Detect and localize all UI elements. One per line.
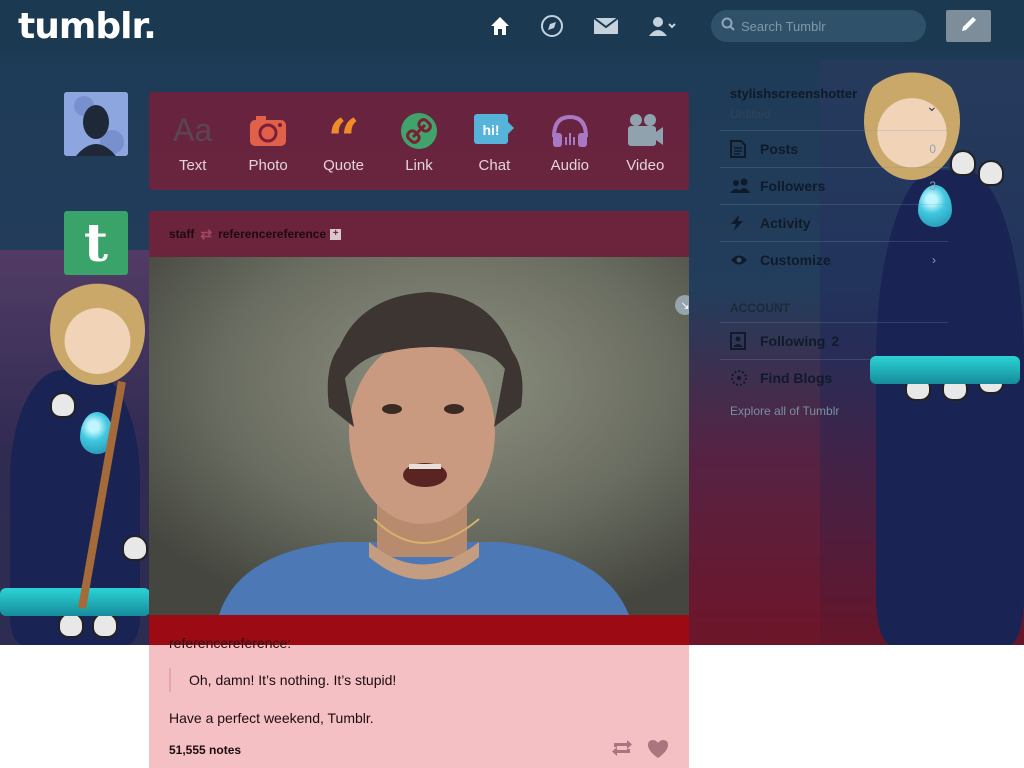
sidebar-blog-menu: Posts 0 Followers 3 Activity Customize › — [720, 130, 948, 278]
post-type-label: Quote — [323, 156, 364, 174]
activity-icon — [730, 214, 750, 232]
skull-decoration — [122, 535, 148, 561]
video-camera-icon — [625, 109, 665, 153]
post-body: referencereference: Oh, damn! It’s nothi… — [149, 615, 689, 768]
compose-button[interactable] — [946, 10, 991, 42]
user-avatar[interactable] — [64, 92, 128, 156]
belt-left — [0, 588, 150, 616]
headphones-icon — [550, 109, 590, 153]
post-type-label: Photo — [248, 156, 288, 174]
find-blogs-icon — [730, 369, 750, 387]
chat-icon: hi! — [472, 109, 516, 153]
following-count: 2 — [831, 333, 840, 349]
post-type-chat[interactable]: hi! Chat — [459, 109, 529, 174]
post-quote: Oh, damn! It’s nothing. It’s stupid! — [169, 668, 396, 692]
post-author[interactable]: staff — [169, 227, 194, 241]
sidebar-item-label: Activity — [760, 215, 811, 231]
post-type-bar: Aa Text Photo “ Quote Link hi! Chat Audi… — [149, 92, 689, 190]
sidebar-item-following[interactable]: Following 2 — [720, 322, 948, 359]
video-frame — [149, 257, 689, 615]
chevron-down-icon[interactable]: ⌄ — [926, 98, 938, 115]
sidebar-item-find-blogs[interactable]: Find Blogs — [720, 359, 948, 396]
quote-icon: “ — [327, 106, 360, 173]
text-icon: Aa — [173, 112, 213, 148]
top-header: tumblr. — [0, 0, 1024, 52]
search-input[interactable] — [741, 18, 921, 34]
sidebar-item-label: Followers — [760, 178, 826, 194]
silhouette-icon — [64, 92, 128, 156]
eye-icon — [730, 254, 750, 266]
skull-decoration — [978, 160, 1004, 186]
post-type-label: Text — [178, 156, 207, 174]
staff-avatar[interactable]: t — [64, 211, 128, 275]
follow-plus-icon[interactable]: + — [330, 228, 342, 240]
post-type-link[interactable]: Link — [384, 109, 454, 174]
sidebar-account-menu: Following 2 Find Blogs — [720, 322, 948, 396]
search-icon — [721, 17, 735, 36]
post-type-quote[interactable]: “ Quote — [309, 109, 379, 174]
post-text: Have a perfect weekend, Tumblr. — [169, 710, 374, 726]
sidebar-item-label: Posts — [760, 141, 799, 157]
camera-icon — [248, 109, 288, 153]
character-left-head — [50, 275, 145, 385]
sidebar-account-heading: ACCOUNT — [730, 301, 790, 315]
reblog-icon[interactable] — [611, 739, 633, 762]
tumblr-logo[interactable]: tumblr. — [18, 6, 157, 47]
post-video[interactable]: ↘ — [149, 257, 689, 615]
sidebar-item-posts[interactable]: Posts 0 — [720, 130, 948, 167]
inbox-icon[interactable] — [593, 13, 619, 39]
link-icon — [400, 109, 438, 153]
notes-count[interactable]: 51,555 notes — [169, 743, 241, 757]
reblog-small-icon: ⇄ — [200, 225, 213, 242]
post-type-video[interactable]: Video — [610, 109, 680, 174]
heart-icon[interactable] — [647, 739, 669, 764]
post-type-label: Video — [626, 156, 665, 174]
post-type-audio[interactable]: Audio — [535, 109, 605, 174]
sidebar-item-count: 0 — [929, 142, 936, 156]
posts-icon — [730, 140, 750, 158]
sidebar-item-label: Following — [760, 333, 826, 349]
sidebar-blog-name[interactable]: stylishscreenshotter — [730, 86, 857, 101]
skull-decoration — [50, 392, 76, 418]
pencil-icon — [959, 14, 979, 39]
chevron-right-icon: › — [932, 253, 936, 267]
sidebar-item-label: Find Blogs — [760, 370, 833, 386]
post-type-label: Link — [405, 156, 433, 174]
post-type-photo[interactable]: Photo — [233, 109, 303, 174]
sidebar-blog-title: Untitled — [730, 107, 771, 121]
sidebar-item-followers[interactable]: Followers 3 — [720, 167, 948, 204]
svg-text:hi!: hi! — [483, 122, 500, 138]
explore-icon[interactable] — [539, 13, 565, 39]
post-header: staff ⇄ referencereference + — [149, 211, 689, 257]
post-type-text[interactable]: Aa Text — [158, 109, 228, 174]
sidebar-item-customize[interactable]: Customize › — [720, 241, 948, 278]
search-box[interactable] — [711, 10, 926, 42]
source-user[interactable]: referencereference: — [169, 635, 291, 651]
dashboard-post: staff ⇄ referencereference + ↘ reference… — [149, 211, 689, 768]
skull-decoration — [950, 150, 976, 176]
home-icon[interactable] — [487, 13, 513, 39]
explore-all-link[interactable]: Explore all of Tumblr — [730, 404, 839, 418]
sidebar-item-label: Customize — [760, 252, 831, 268]
followers-icon — [730, 178, 750, 194]
sidebar-item-count: 3 — [929, 179, 936, 193]
post-type-label: Audio — [550, 156, 589, 174]
account-icon[interactable] — [648, 13, 678, 39]
sidebar-item-activity[interactable]: Activity — [720, 204, 948, 241]
following-icon — [730, 332, 750, 350]
post-type-label: Chat — [478, 156, 511, 174]
reblogged-from[interactable]: referencereference — [218, 227, 326, 241]
expand-icon[interactable]: ↘ — [675, 295, 689, 315]
